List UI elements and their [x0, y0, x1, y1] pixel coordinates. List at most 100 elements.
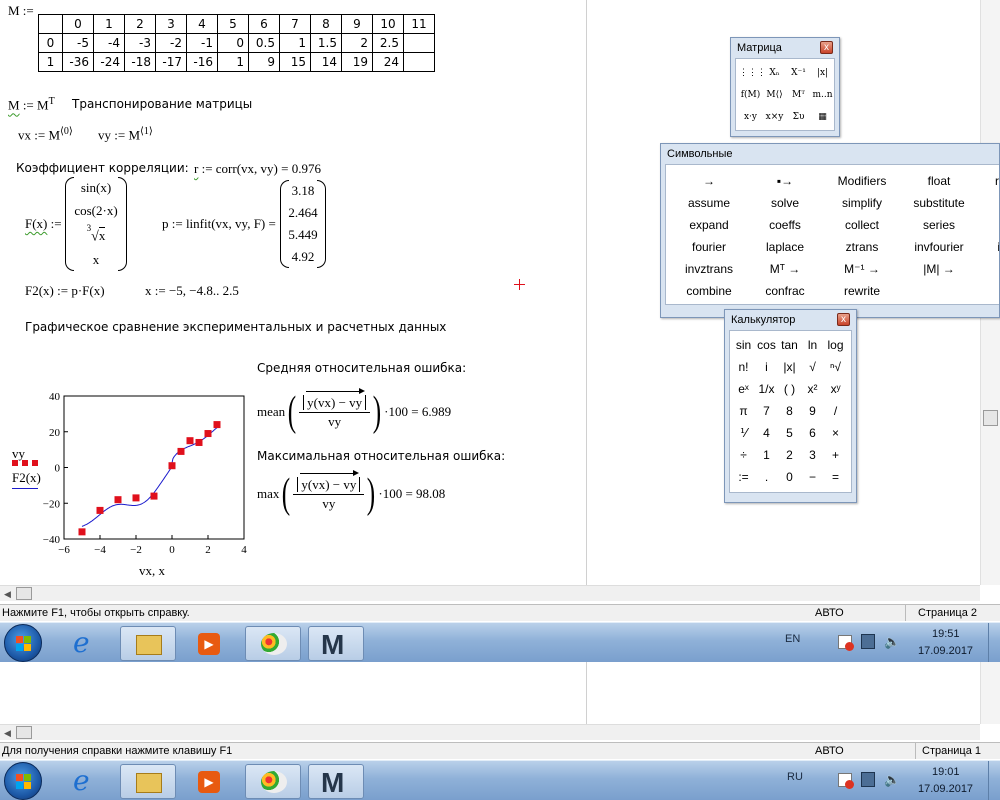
calculator-button[interactable]: / — [824, 400, 847, 422]
matrix-cell[interactable]: 2.5 — [372, 33, 404, 53]
horizontal-scrollbar[interactable]: ◀ — [0, 724, 980, 740]
range-icon[interactable]: m..n — [811, 85, 834, 106]
calculator-button[interactable]: |x| — [778, 356, 801, 378]
scrollbar-thumb[interactable] — [16, 726, 32, 739]
matrix-cell[interactable]: 2 — [341, 33, 373, 53]
taskbar-media-icon[interactable]: ▶ — [182, 626, 238, 661]
symbolic-button[interactable]: laplace — [749, 236, 821, 258]
tray-volume-icon[interactable]: 🔈 — [884, 772, 900, 788]
symbolic-button[interactable]: p — [975, 214, 999, 236]
symbolic-toolbar[interactable]: Символьные →▪→Modifiersfloatrect assumeso… — [660, 143, 1000, 318]
symbolic-button[interactable]: series — [903, 214, 975, 236]
F2-definition[interactable]: F2(x) := p·F(x) — [25, 283, 105, 299]
dot-product-icon[interactable]: x·y — [739, 107, 762, 128]
matrix-cell[interactable]: -18 — [124, 52, 156, 72]
matrix-cell[interactable]: 9 — [248, 52, 280, 72]
matrix-cell[interactable]: -16 — [186, 52, 218, 72]
matrix-cell[interactable]: 1.5 — [310, 33, 342, 53]
calculator-button[interactable]: 3 — [801, 444, 824, 466]
calculator-button[interactable]: + — [824, 444, 847, 466]
calculator-button[interactable]: cos — [755, 334, 778, 356]
matrix-cell[interactable]: 1 — [279, 33, 311, 53]
calculator-button[interactable]: π — [732, 400, 755, 422]
calculator-button[interactable]: × — [824, 422, 847, 444]
start-button[interactable] — [4, 624, 42, 662]
correlation-expression[interactable]: r := corr(vx, vy) = 0.976 — [194, 161, 321, 177]
symbolic-button[interactable]: invfourier — [903, 236, 975, 258]
symbolic-button[interactable]: substitute — [903, 192, 975, 214]
transpose-expression[interactable]: M := MT — [8, 96, 55, 113]
scrollbar-thumb[interactable] — [16, 587, 32, 600]
taskbar-mathcad-icon[interactable]: M — [308, 626, 364, 661]
matrix-cell[interactable]: -36 — [62, 52, 94, 72]
mean-error-expression[interactable]: mean ( y(vx) − vy vy ) ·100 = 6.989 — [257, 387, 451, 433]
symbolic-button[interactable]: ▪→ — [749, 170, 821, 192]
symbolic-button[interactable]: ztrans — [821, 236, 903, 258]
picture-icon[interactable]: ▦ — [811, 107, 834, 128]
symbolic-button[interactable]: expand — [669, 214, 749, 236]
symbolic-button[interactable]: |M| → — [903, 258, 975, 280]
show-desktop-button[interactable] — [988, 761, 1000, 800]
symbolic-button[interactable]: rect — [975, 170, 999, 192]
symbolic-button[interactable]: simplify — [821, 192, 903, 214]
matrix-cell[interactable]: 19 — [341, 52, 373, 72]
show-desktop-button[interactable] — [988, 623, 1000, 663]
F-vector[interactable]: sin(x) cos(2·x) 3√x x — [65, 177, 127, 271]
symbolic-button[interactable]: M⁻¹ → — [821, 258, 903, 280]
symbolic-button[interactable]: Mᵀ → — [749, 258, 821, 280]
calculator-button[interactable]: √ — [801, 356, 824, 378]
matrix-toolbar-title[interactable]: Матрица x — [731, 38, 839, 58]
clock-date[interactable]: 17.09.2017 — [918, 783, 973, 795]
p-vector[interactable]: 3.18 2.464 5.449 4.92 — [280, 180, 326, 268]
subscript-icon[interactable]: Xₙ — [763, 63, 786, 84]
tray-flag-icon[interactable] — [838, 635, 854, 651]
vertical-scrollbar[interactable] — [980, 662, 1000, 724]
inverse-icon[interactable]: X⁻¹ — [787, 63, 810, 84]
transpose-icon[interactable]: Mᵀ — [787, 85, 810, 106]
scroll-left-icon[interactable]: ◀ — [4, 728, 11, 739]
calculator-button[interactable]: 4 — [755, 422, 778, 444]
calculator-button[interactable]: ÷ — [732, 444, 755, 466]
taskbar-paint-icon[interactable] — [245, 764, 301, 799]
second-worksheet[interactable] — [0, 662, 980, 724]
sum-icon[interactable]: Συ — [787, 107, 810, 128]
calculator-button[interactable]: 2 — [778, 444, 801, 466]
symbolic-button[interactable]: fourier — [669, 236, 749, 258]
matrix-cell[interactable]: 24 — [372, 52, 404, 72]
F-definition[interactable]: F(x) := — [25, 216, 62, 232]
x-range-definition[interactable]: x := −5, −4.8.. 2.5 — [145, 283, 239, 299]
symbolic-button[interactable]: confrac — [749, 280, 821, 302]
max-error-expression[interactable]: max ( y(vx) − vy vy ) ·100 = 98.08 — [257, 469, 445, 515]
matrix-cell[interactable] — [403, 52, 435, 72]
clock-time[interactable]: 19:01 — [932, 766, 960, 778]
symbolic-button[interactable]: → — [669, 170, 749, 192]
vx-definition[interactable]: vx := M⟨0⟩ — [18, 126, 73, 143]
cross-product-icon[interactable]: x×y — [763, 107, 786, 128]
calculator-button[interactable]: ⁿ√ — [824, 356, 847, 378]
taskbar-mathcad-icon[interactable]: M — [308, 764, 364, 799]
matrix-cell[interactable]: 0 — [217, 33, 249, 53]
taskbar-explorer-icon[interactable] — [120, 626, 176, 661]
matrix-cell[interactable]: -4 — [93, 33, 125, 53]
taskbar-ie-icon[interactable]: e — [60, 626, 116, 661]
matrix-cell[interactable]: -2 — [155, 33, 187, 53]
matrix-cell[interactable]: 14 — [310, 52, 342, 72]
calculator-toolbar[interactable]: Калькулятор x sin cos tan ln log n! i |x| √ ⁿ√ eˣ 1… — [724, 309, 857, 503]
calculator-button[interactable]: − — [801, 466, 824, 488]
calculator-button[interactable]: eˣ — [732, 378, 755, 400]
calculator-button[interactable]: 5 — [778, 422, 801, 444]
calculator-button[interactable]: log — [824, 334, 847, 356]
symbolic-button[interactable]: coeffs — [749, 214, 821, 236]
symbolic-button[interactable] — [903, 280, 975, 302]
vectorize-icon[interactable]: f(M) — [739, 85, 762, 106]
taskbar-paint-icon[interactable] — [245, 626, 301, 661]
calculator-button[interactable]: i — [755, 356, 778, 378]
matrix-icon[interactable]: ⋮⋮⋮ — [739, 63, 766, 84]
symbolic-button[interactable]: p — [975, 192, 999, 214]
calculator-button[interactable]: x² — [801, 378, 824, 400]
start-button[interactable] — [4, 762, 42, 800]
calculator-button[interactable]: := — [732, 466, 755, 488]
calculator-button[interactable]: . — [755, 466, 778, 488]
symbolic-button[interactable]: assume — [669, 192, 749, 214]
symbolic-toolbar-title[interactable]: Символьные — [661, 144, 999, 164]
